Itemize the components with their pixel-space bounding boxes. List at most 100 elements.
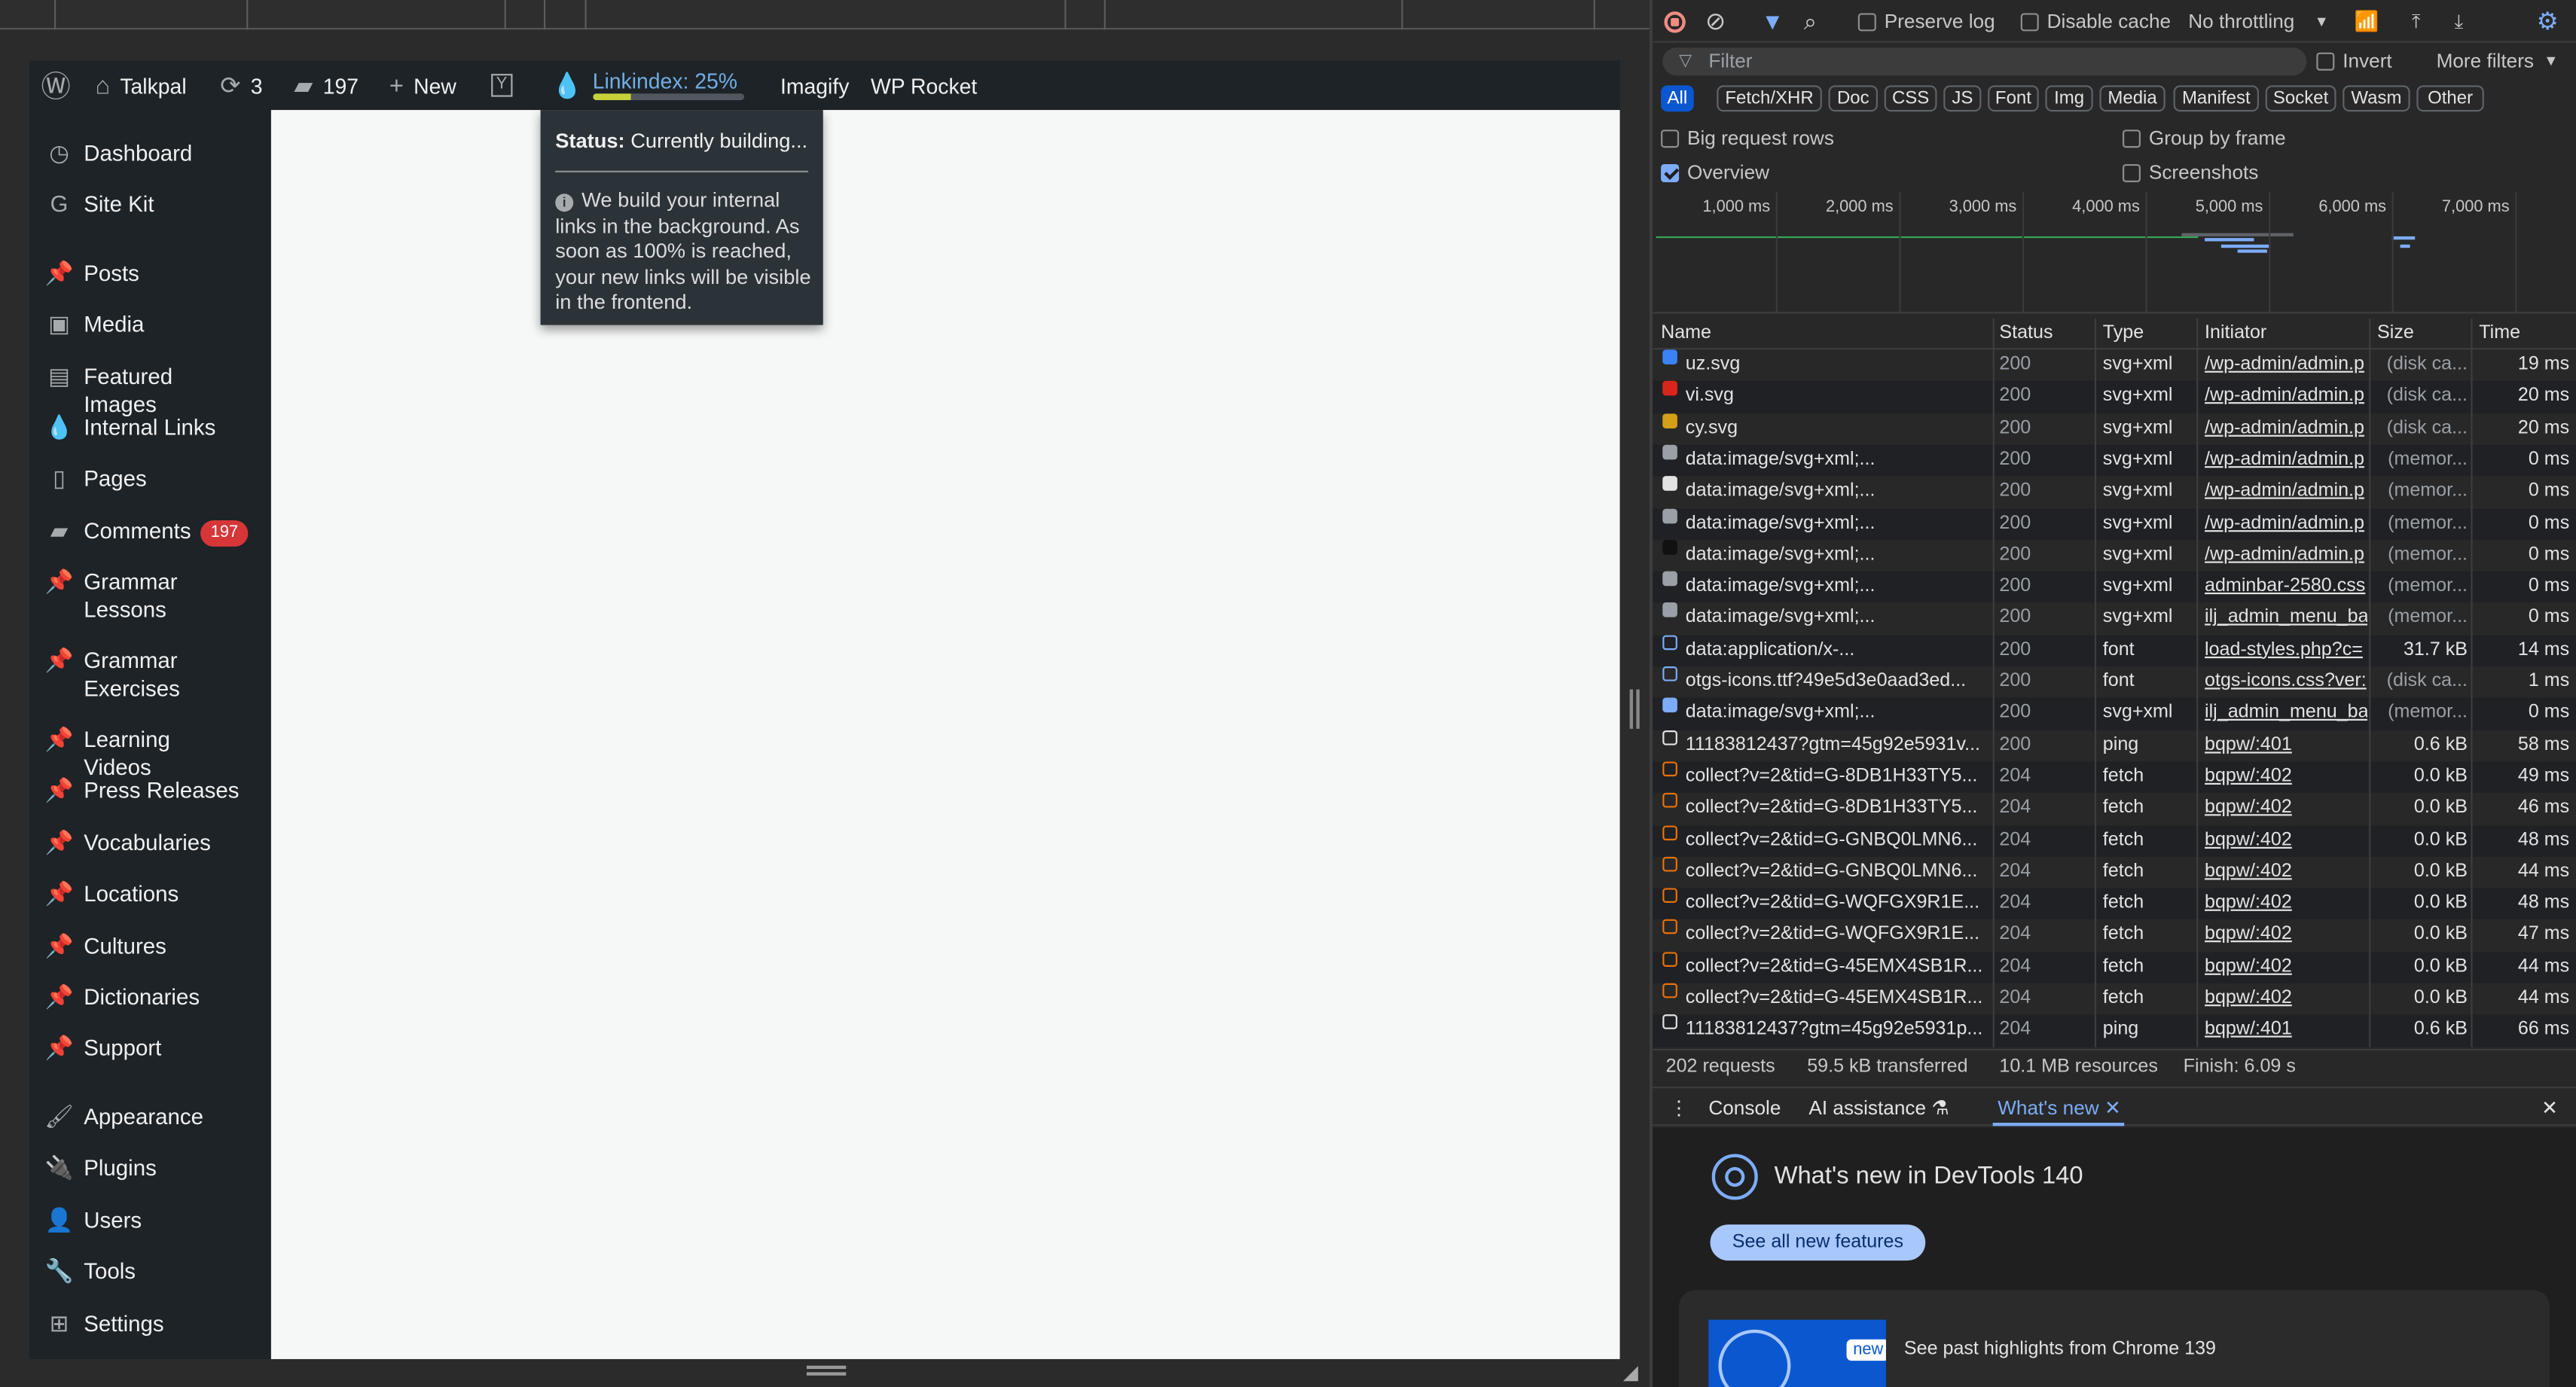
disable-cache-checkbox[interactable]: Disable cache	[2020, 7, 2171, 36]
table-row[interactable]: data:image/svg+xml;... 200 svg+xml ilj_admi…	[1653, 602, 2576, 635]
table-row[interactable]: 11183812437?gtm=45g92e5931v... 200 ping bqp…	[1653, 730, 2576, 761]
yoast-icon[interactable]: Y	[491, 61, 512, 110]
column-type[interactable]: Type	[2103, 323, 2144, 343]
network-settings-icon[interactable]: ⚙	[2537, 7, 2559, 36]
tab-whats-new[interactable]: What's new ✕	[1998, 1096, 2121, 1120]
table-row[interactable]: vi.svg 200 svg+xml/wp-admin/admin.p (disk c…	[1653, 381, 2576, 413]
column-name[interactable]: Name	[1661, 323, 1711, 343]
table-row[interactable]: collect?v=2&tid=G-8DB1H33TY5... 204 fetch b…	[1653, 793, 2576, 825]
column-time[interactable]: Time	[2479, 323, 2520, 343]
table-row[interactable]: otgs-icons.ttf?49e5d3e0aad3ed... 200 font o…	[1653, 666, 2576, 698]
import-har-icon[interactable]: ⤒	[2412, 7, 2421, 36]
cell-initiator[interactable]: bqpw/:402	[2205, 761, 2367, 792]
corner-resize-icon[interactable]: ◢	[1623, 1361, 1638, 1384]
split-handle-icon[interactable]	[1629, 689, 1640, 729]
cell-initiator[interactable]: bqpw/:402	[2205, 920, 2367, 951]
cell-initiator[interactable]: bqpw/:402	[2205, 889, 2367, 919]
cell-initiator[interactable]: /wp-admin/admin.p	[2205, 381, 2367, 412]
type-filter-other[interactable]: Other	[2416, 85, 2484, 112]
cell-initiator[interactable]: bqpw/:402	[2205, 983, 2367, 1014]
screenshots-checkbox[interactable]: Screenshots	[2122, 157, 2258, 187]
cell-initiator[interactable]: adminbar-2580.css	[2205, 572, 2367, 602]
type-filter-font[interactable]: Font	[1988, 85, 2039, 112]
filter-toggle-icon[interactable]: ▼	[1761, 7, 1784, 36]
timeline-overview[interactable]: 1,000 ms 2,000 ms 3,000 ms 4,000 ms 5,000 ms…	[1653, 192, 2576, 314]
wordpress-logo-icon[interactable]: Ⓦ	[41, 61, 71, 110]
cell-initiator[interactable]: otgs-icons.css?ver:	[2205, 666, 2367, 697]
table-row[interactable]: data:image/svg+xml;... 200 svg+xml ilj_admi…	[1653, 698, 2576, 730]
tab-console[interactable]: Console	[1708, 1096, 1781, 1120]
table-row[interactable]: collect?v=2&tid=G-45EMX4SB1R... 204 fetch b…	[1653, 951, 2576, 983]
type-filter-media[interactable]: Media	[2099, 85, 2165, 112]
cell-initiator[interactable]: bqpw/:401	[2205, 730, 2367, 761]
imagify-link[interactable]: Imagify	[780, 61, 849, 110]
linkindex-link[interactable]: 💧 Linkindex: 25%	[552, 61, 744, 110]
table-row[interactable]: collect?v=2&tid=G-WQFGX9R1E... 204 fetch bq…	[1653, 888, 2576, 920]
cell-initiator[interactable]: /wp-admin/admin.p	[2205, 413, 2367, 444]
see-all-features-button[interactable]: See all new features	[1710, 1224, 1926, 1261]
wp-rocket-link[interactable]: WP Rocket	[871, 61, 977, 110]
more-filters-dropdown[interactable]: More filters ▼	[2437, 46, 2559, 75]
close-icon[interactable]: ✕	[2104, 1096, 2121, 1120]
column-size[interactable]: Size	[2377, 323, 2414, 343]
network-conditions-icon[interactable]: 📶	[2355, 7, 2379, 36]
table-row[interactable]: uz.svg 200 svg+xml/wp-admin/admin.p (disk c…	[1653, 349, 2576, 381]
table-row[interactable]: cy.svg 200 svg+xml/wp-admin/admin.p (disk c…	[1653, 413, 2576, 444]
clear-icon[interactable]: ⊘	[1705, 7, 1726, 36]
export-har-icon[interactable]: ⤓	[2455, 7, 2464, 36]
cell-initiator[interactable]: load-styles.php?c=	[2205, 635, 2367, 666]
type-filter-socket[interactable]: Socket	[2265, 85, 2336, 112]
group-by-frame-checkbox[interactable]: Group by frame	[2122, 123, 2286, 152]
comments-link[interactable]: ▰ 197	[294, 61, 359, 110]
table-row[interactable]: 11183812437?gtm=45g92e5931p... 204 ping bqp…	[1653, 1014, 2576, 1047]
tab-ai-assistance[interactable]: AI assistance ⚗	[1808, 1096, 1949, 1120]
updates-link[interactable]: ⟳ 3	[220, 61, 262, 110]
cell-initiator[interactable]: bqpw/:402	[2205, 856, 2367, 887]
big-request-rows-checkbox[interactable]: Big request rows	[1661, 123, 1834, 152]
type-filter-img[interactable]: Img	[2045, 85, 2093, 112]
type-filter-all[interactable]: All	[1661, 85, 1694, 112]
new-content-link[interactable]: + New	[389, 61, 456, 110]
table-row[interactable]: data:image/svg+xml;... 200 svg+xml/wp-admi…	[1653, 444, 2576, 477]
table-row[interactable]: collect?v=2&tid=G-8DB1H33TY5... 204 fetch b…	[1653, 761, 2576, 794]
table-row[interactable]: data:application/x-... 200 font load-styles…	[1653, 634, 2576, 667]
cell-initiator[interactable]: /wp-admin/admin.p	[2205, 349, 2367, 380]
table-row[interactable]: collect?v=2&tid=G-WQFGX9R1E... 204 fetch bq…	[1653, 919, 2576, 952]
drawer-menu-icon[interactable]: ⋮	[1669, 1096, 1689, 1120]
highlights-card[interactable]: new See past highlights from Chrome 139	[1679, 1290, 2550, 1387]
type-filter-doc[interactable]: Doc	[1828, 85, 1878, 112]
column-initiator[interactable]: Initiator	[2205, 323, 2266, 343]
cell-initiator[interactable]: /wp-admin/admin.p	[2205, 445, 2367, 476]
cell-initiator[interactable]: /wp-admin/admin.p	[2205, 508, 2367, 539]
table-row[interactable]: collect?v=2&tid=G-GNBQ0LMN6... 204 fetch bq…	[1653, 856, 2576, 888]
type-filter-wasm[interactable]: Wasm	[2343, 85, 2410, 112]
column-status[interactable]: Status	[1999, 323, 2053, 343]
site-name-link[interactable]: ⌂ Talkpal	[96, 61, 187, 110]
search-icon[interactable]: ⌕	[1804, 7, 1817, 36]
throttling-select[interactable]: No throttling ▼	[2188, 7, 2329, 36]
cell-initiator[interactable]: bqpw/:402	[2205, 793, 2367, 824]
type-filter-css[interactable]: CSS	[1884, 85, 1937, 112]
type-filter-js[interactable]: JS	[1943, 85, 1982, 112]
invert-checkbox[interactable]: Invert	[2316, 46, 2392, 75]
close-drawer-icon[interactable]: ✕	[2541, 1096, 2558, 1120]
resize-grip-icon[interactable]	[806, 1365, 847, 1376]
filter-input[interactable]: ▽ Filter	[1662, 47, 2307, 76]
cell-initiator[interactable]: ilj_admin_menu_ba	[2205, 603, 2367, 634]
cell-initiator[interactable]: bqpw/:402	[2205, 952, 2367, 983]
table-row[interactable]: data:image/svg+xml;... 200 svg+xml adminbar…	[1653, 571, 2576, 603]
table-row[interactable]: data:image/svg+xml;... 200 svg+xml/wp-admi…	[1653, 508, 2576, 540]
preserve-log-checkbox[interactable]: Preserve log	[1857, 7, 1995, 36]
cell-initiator[interactable]: /wp-admin/admin.p	[2205, 477, 2367, 508]
record-icon[interactable]	[1664, 7, 1686, 36]
cell-initiator[interactable]: bqpw/:402	[2205, 825, 2367, 855]
type-filter-fetch-xhr[interactable]: Fetch/XHR	[1717, 85, 1822, 112]
type-filter-manifest[interactable]: Manifest	[2173, 85, 2260, 112]
cell-initiator[interactable]: bqpw/:401	[2205, 1015, 2367, 1046]
table-row[interactable]: data:image/svg+xml;... 200 svg+xml/wp-admi…	[1653, 539, 2576, 572]
cell-initiator[interactable]: ilj_admin_menu_ba	[2205, 698, 2367, 729]
overview-checkbox[interactable]: Overview	[1661, 157, 1769, 187]
table-row[interactable]: collect?v=2&tid=G-45EMX4SB1R... 204 fetch b…	[1653, 983, 2576, 1015]
cell-initiator[interactable]: /wp-admin/admin.p	[2205, 540, 2367, 571]
table-row[interactable]: collect?v=2&tid=G-GNBQ0LMN6... 204 fetch bq…	[1653, 825, 2576, 857]
